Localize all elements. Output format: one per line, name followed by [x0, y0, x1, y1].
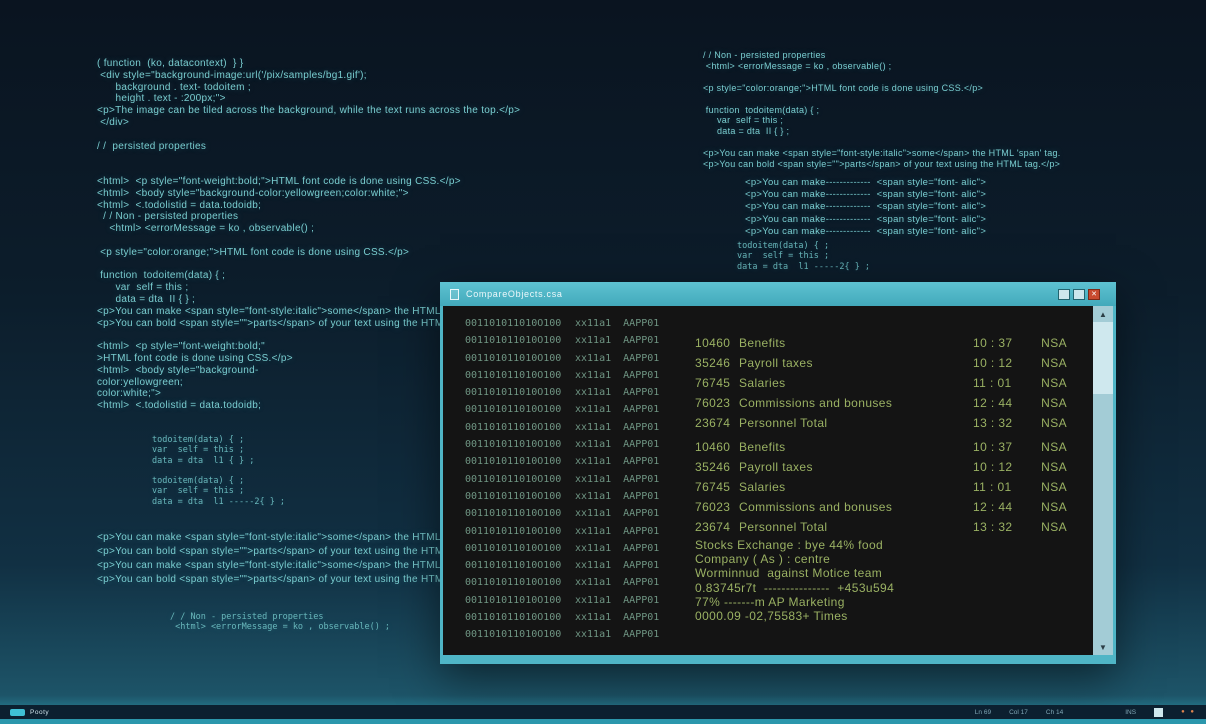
row-time: 10 : 12 — [973, 356, 1013, 370]
row-time: 11 : 01 — [973, 376, 1012, 390]
row-code: 23674 — [695, 520, 731, 534]
taskbar-left: Pooty — [10, 708, 49, 716]
row-label: Salaries — [739, 480, 786, 494]
row-time: 11 : 01 — [973, 480, 1012, 494]
window-title: CompareObjects.csa — [466, 289, 563, 299]
row-code: 76023 — [695, 396, 731, 410]
status-line-number: Ln 69 — [974, 708, 992, 716]
status-column-number: Col 17 — [1009, 708, 1028, 716]
taskbar-logo[interactable] — [10, 708, 25, 716]
code-block-right-mono: todoitem(data) { ; var self = this ; dat… — [737, 241, 871, 272]
row-code: 76745 — [695, 376, 731, 390]
code-block-right-top: / / Non - persisted properties <html> <e… — [703, 50, 1061, 170]
row-code: 35246 — [695, 356, 731, 370]
code-block-left-bottom-mono: / / Non - persisted properties <html> <e… — [170, 612, 391, 633]
table-row: 10460 Benefits 10 : 37 NSA — [695, 437, 1067, 457]
table-row: 76745 Salaries 11 : 01 NSA — [695, 477, 1067, 497]
window-controls: ✕ — [1058, 288, 1100, 300]
row-code: 23674 — [695, 416, 731, 430]
row-label: Benefits — [739, 440, 786, 454]
row-agency: NSA — [1041, 440, 1067, 454]
code-block-left-lower: <p>You can make <span style="font-style:… — [97, 532, 491, 585]
maximize-button[interactable] — [1073, 288, 1085, 300]
row-time: 10 : 12 — [973, 460, 1013, 474]
row-code: 35246 — [695, 460, 731, 474]
row-agency: NSA — [1041, 396, 1067, 410]
taskbar-dots-icon: ● ● — [1181, 709, 1196, 715]
window-titlebar[interactable]: CompareObjects.csa ✕ — [440, 282, 1116, 306]
table-row: 76745 Salaries 11 : 01 NSA — [695, 373, 1067, 393]
row-agency: NSA — [1041, 356, 1067, 370]
row-label: Payroll taxes — [739, 460, 813, 474]
row-time: 13 : 32 — [973, 416, 1013, 430]
row-label: Benefits — [739, 336, 786, 350]
code-block-left-mono: todoitem(data) { ; var self = this ; dat… — [152, 435, 286, 507]
row-label: Commissions and bonuses — [739, 396, 893, 410]
row-label: Personnel Total — [739, 416, 828, 430]
window-body: 001101011010O100 001101011010O100 001101… — [443, 306, 1113, 655]
row-label: Payroll taxes — [739, 356, 813, 370]
row-time: 10 : 37 — [973, 440, 1013, 454]
desktop: ( function (ko, datacontext) } } <div st… — [0, 0, 1206, 724]
table-row: 35246 Payroll taxes 10 : 12 NSA — [695, 353, 1067, 373]
row-agency: NSA — [1041, 416, 1067, 430]
row-time: 10 : 37 — [973, 336, 1013, 350]
taskbar-app-label[interactable]: Pooty — [30, 709, 49, 716]
row-label: Salaries — [739, 376, 786, 390]
compare-objects-window: CompareObjects.csa ✕ 001101011010O100 00… — [440, 282, 1116, 664]
scrollbar-thumb[interactable] — [1093, 322, 1113, 394]
row-code: 76023 — [695, 500, 731, 514]
row-code: 10460 — [695, 440, 731, 454]
accounts-table: 10460 Benefits 10 : 37 NSA 35246 Payroll… — [695, 333, 1067, 537]
row-code: 76745 — [695, 480, 731, 494]
row-agency: NSA — [1041, 376, 1067, 390]
status-insert-mode: INS — [1125, 708, 1137, 716]
taskbar-status: Ln 69 Col 17 Ch 14 INS ● ● — [974, 707, 1196, 717]
row-code: 10460 — [695, 336, 731, 350]
row-label: Personnel Total — [739, 520, 828, 534]
row-label: Commissions and bonuses — [739, 500, 893, 514]
row-agency: NSA — [1041, 480, 1067, 494]
minimize-button[interactable] — [1058, 288, 1070, 300]
row-time: 12 : 44 — [973, 396, 1013, 410]
window-content: 001101011010O100 001101011010O100 001101… — [443, 306, 1093, 655]
document-icon — [450, 288, 459, 300]
row-agency: NSA — [1041, 336, 1067, 350]
table-row: 76023 Commissions and bonuses 12 : 44 NS… — [695, 393, 1067, 413]
table-row: 35246 Payroll taxes 10 : 12 NSA — [695, 457, 1067, 477]
scrollbar[interactable]: ▲ ▼ — [1093, 306, 1113, 655]
table-row: 76023 Commissions and bonuses 12 : 44 NS… — [695, 497, 1067, 517]
taskbar: Pooty Ln 69 Col 17 Ch 14 INS ● ● — [0, 705, 1206, 719]
table-row: 23674 Personnel Total 13 : 32 NSA — [695, 517, 1067, 537]
row-time: 13 : 32 — [973, 520, 1013, 534]
hex-column: xx11a1 AAPP01 xx11a1 AAPP01 xx11a1 AAPP0… — [575, 318, 660, 641]
table-row: 23674 Personnel Total 13 : 32 NSA — [695, 413, 1067, 433]
summary-text: Stocks Exchange : bye 44% food Company (… — [695, 538, 895, 624]
row-time: 12 : 44 — [973, 500, 1013, 514]
row-agency: NSA — [1041, 500, 1067, 514]
taskbar-accent-strip — [0, 719, 1206, 724]
scroll-down-icon[interactable]: ▼ — [1093, 639, 1113, 655]
status-char-number: Ch 14 — [1045, 708, 1064, 716]
row-agency: NSA — [1041, 460, 1067, 474]
code-block-right-dashed: <p>You can make------------- <span style… — [745, 177, 987, 237]
binary-column: 001101011010O100 001101011010O100 001101… — [465, 318, 562, 641]
taskbar-indicator-icon[interactable] — [1154, 707, 1164, 717]
scroll-up-icon[interactable]: ▲ — [1093, 306, 1113, 322]
row-agency: NSA — [1041, 520, 1067, 534]
close-button[interactable]: ✕ — [1088, 288, 1100, 300]
table-row: 10460 Benefits 10 : 37 NSA — [695, 333, 1067, 353]
